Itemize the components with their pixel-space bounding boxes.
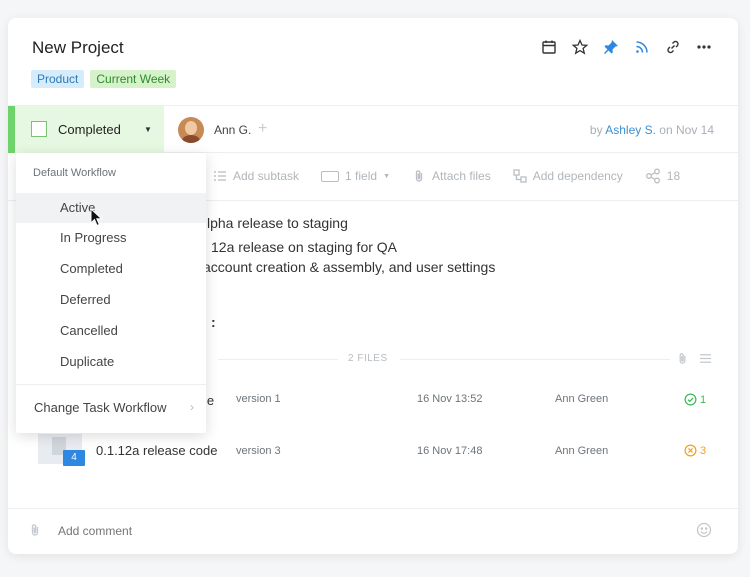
status-option-duplicate[interactable]: Duplicate	[16, 347, 206, 377]
divider	[400, 359, 670, 360]
files-count-label: 2 FILES	[348, 353, 388, 364]
rss-icon[interactable]	[633, 38, 650, 55]
field-icon	[321, 170, 340, 182]
mouse-cursor-icon	[90, 208, 103, 227]
workflow-header: Default Workflow	[33, 167, 116, 179]
files-view-toolbar	[676, 352, 712, 365]
divider	[16, 384, 206, 385]
share-button[interactable]: 18	[645, 168, 680, 184]
share-icon	[645, 168, 660, 184]
subtask-icon	[214, 171, 226, 181]
tag-current-week[interactable]: Current Week	[90, 70, 177, 88]
status-checkbox[interactable]	[31, 121, 47, 137]
paperclip-icon[interactable]	[676, 352, 689, 365]
status-option-cancelled[interactable]: Cancelled	[16, 316, 206, 346]
status-label: Completed	[58, 122, 121, 137]
dependency-icon	[513, 169, 527, 183]
status-dropdown: Default Workflow Active In Progress Comp…	[16, 153, 206, 433]
calendar-icon[interactable]	[540, 38, 557, 55]
task-title[interactable]: New Project	[32, 38, 124, 58]
file-date: 16 Nov 17:48	[417, 445, 483, 457]
file-date: 16 Nov 13:52	[417, 393, 483, 405]
divider	[218, 359, 338, 360]
action-bar: Add subtask 1 field ▼ Attach files Add d…	[213, 168, 702, 184]
status-selector[interactable]: Completed ▼	[8, 106, 164, 153]
avatar[interactable]	[178, 117, 204, 143]
approval-status[interactable]: 3	[684, 444, 706, 457]
file-row[interactable]: 4 0.1.12a release code version 3 16 Nov …	[8, 434, 738, 478]
link-icon[interactable]	[664, 38, 681, 55]
author-line: by Ashley S. on Nov 14	[589, 123, 714, 137]
task-description[interactable]: lpha release to staging 12a release on s…	[203, 213, 495, 332]
status-option-deferred[interactable]: Deferred	[16, 285, 206, 315]
star-icon[interactable]	[571, 38, 588, 55]
file-name[interactable]: 0.1.12a release code	[96, 443, 217, 458]
status-option-completed[interactable]: Completed	[16, 254, 206, 284]
more-icon[interactable]	[695, 38, 712, 55]
author-link[interactable]: Ashley S.	[605, 123, 656, 137]
emoji-icon[interactable]	[696, 522, 712, 538]
approval-status[interactable]: 1	[684, 393, 706, 406]
check-circle-icon	[684, 393, 697, 406]
file-author: Ann Green	[555, 445, 609, 457]
add-dependency-button[interactable]: Add dependency	[513, 169, 623, 183]
status-option-active[interactable]: Active	[16, 193, 206, 223]
file-version: version 1	[236, 393, 281, 405]
chevron-right-icon: ›	[190, 400, 194, 414]
tag-product[interactable]: Product	[31, 70, 85, 88]
comment-bar	[8, 508, 738, 554]
file-author: Ann Green	[555, 393, 609, 405]
add-subtask-button[interactable]: Add subtask	[213, 169, 299, 183]
change-workflow-button[interactable]: Change Task Workflow	[34, 400, 166, 415]
tag-list: Product Current Week	[31, 70, 177, 88]
comment-input[interactable]	[58, 524, 658, 538]
add-assignee-icon[interactable]: +	[258, 120, 267, 138]
status-option-in-progress[interactable]: In Progress	[16, 223, 206, 253]
paperclip-icon[interactable]	[28, 522, 42, 538]
list-view-icon[interactable]	[699, 352, 712, 365]
paperclip-icon	[415, 170, 423, 182]
pin-icon[interactable]	[602, 38, 619, 55]
version-badge[interactable]: 4	[63, 450, 85, 466]
caret-down-icon: ▼	[144, 125, 152, 134]
caret-down-icon: ▼	[383, 172, 391, 180]
file-version: version 3	[236, 445, 281, 457]
header-toolbar	[540, 38, 712, 55]
status-row: Completed ▼ Ann G. + by Ashley S. on Nov…	[8, 105, 738, 153]
custom-field-button[interactable]: 1 field ▼	[321, 169, 390, 183]
assignee-name[interactable]: Ann G.	[214, 123, 251, 137]
attach-files-button[interactable]: Attach files	[412, 169, 491, 183]
x-circle-icon	[684, 444, 697, 457]
